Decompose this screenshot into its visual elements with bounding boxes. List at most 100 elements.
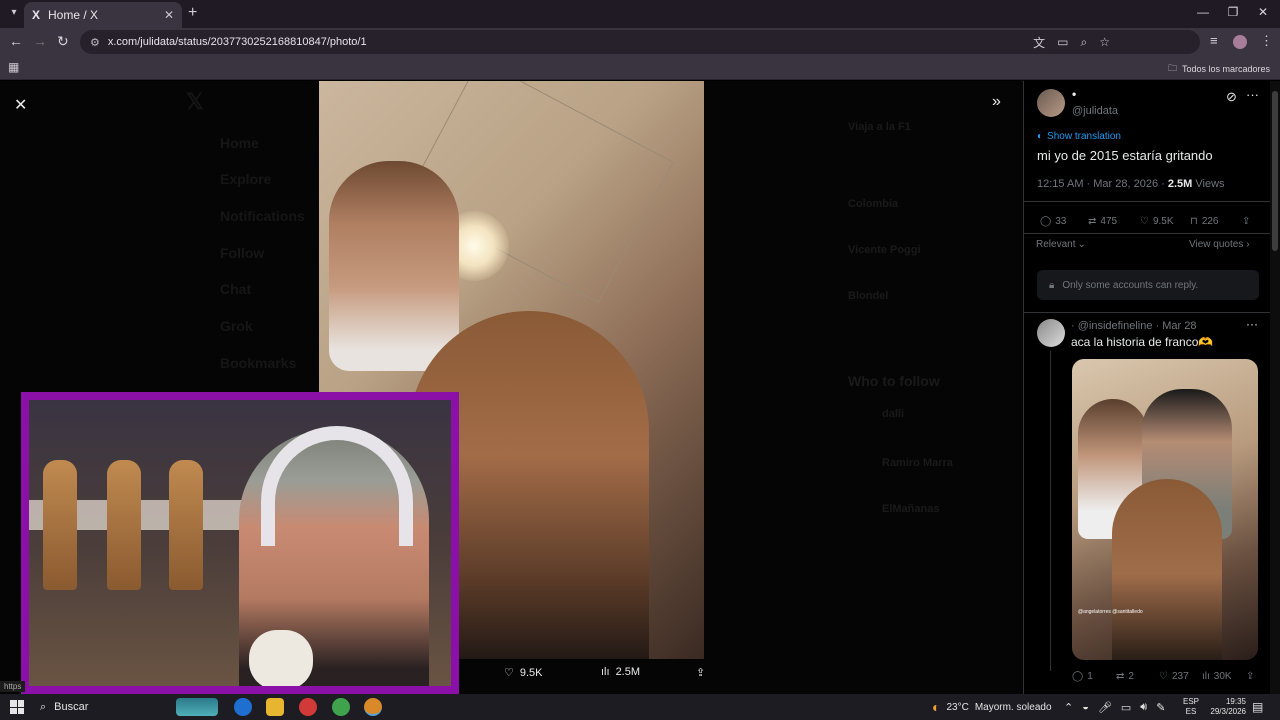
chrome-active-icon[interactable] — [364, 698, 382, 716]
profile-avatar[interactable] — [1233, 35, 1247, 49]
reply-views-button[interactable]: ılı 30K — [1202, 671, 1232, 682]
reply-share-button[interactable]: ⇪ — [1246, 671, 1254, 682]
like-button[interactable]: ♡ 9.5K — [1140, 216, 1174, 227]
repost-button[interactable]: ⇄ 475 — [1088, 216, 1117, 227]
reload-button[interactable]: ↻ — [57, 33, 69, 50]
reply-repost-button[interactable]: ⇄ 2 — [1116, 671, 1134, 682]
share-button[interactable]: ⇪ — [1242, 216, 1250, 227]
panel-scrollbar[interactable] — [1270, 81, 1280, 694]
windows-taskbar: ⌕ Buscar ◐ 23°C Mayorm. soleado ⌃ ◒ 🎤︎ ▭… — [0, 694, 1280, 720]
webcam-overlay — [21, 392, 459, 694]
grok-icon[interactable]: ⊘ — [1226, 89, 1237, 105]
bookmark-star-icon[interactable]: ☆ — [1099, 35, 1110, 49]
reply-more-icon[interactable]: ··· — [1246, 317, 1258, 331]
zoom-icon[interactable]: ⌕ — [1081, 35, 1088, 50]
site-info-icon[interactable]: ⚙ — [90, 36, 100, 49]
translate-globe-icon: ◐ — [1037, 131, 1044, 142]
expand-panel-icon[interactable]: » — [992, 93, 1001, 111]
file-explorer-icon[interactable] — [266, 698, 284, 716]
reply-like-button[interactable]: ♡ 237 — [1159, 671, 1189, 682]
window-close-button[interactable]: ✕ — [1248, 5, 1278, 19]
app-icon[interactable] — [299, 698, 317, 716]
reply-button[interactable]: ◯ 33 — [1040, 216, 1066, 227]
address-bar[interactable]: ⚙ x.com/julidata/status/2037730252168810… — [80, 30, 1200, 54]
tray-app-icon[interactable]: ◒ — [1082, 701, 1089, 713]
widget-icon[interactable] — [176, 698, 218, 716]
repost-count: 475 — [1100, 216, 1118, 227]
reply-author-avatar[interactable] — [1037, 319, 1065, 347]
weather-widget[interactable]: ◐ 23°C Mayorm. soleado — [932, 694, 1052, 720]
reply-image-person-shape — [1112, 479, 1222, 660]
post-views-label: Views — [1192, 178, 1225, 190]
status-bar-url: https — [0, 681, 26, 692]
edge-icon[interactable] — [234, 698, 252, 716]
restore-button[interactable]: ❐ — [1218, 5, 1248, 19]
lang-top: ESP — [1183, 697, 1200, 706]
chrome-icon[interactable] — [332, 698, 350, 716]
heart-icon: ♡ — [1140, 216, 1149, 227]
all-bookmarks-button[interactable]: 🗀 Todos los marcadores — [1168, 61, 1270, 77]
system-tray: ⌃ ◒ 🎤︎ ▭ 🔊︎ ✎ — [1064, 694, 1165, 720]
reply-author-line[interactable]: · @insidefineline · Mar 28 — [1071, 320, 1197, 332]
webcam-chair-shape — [169, 460, 203, 590]
apps-grid-icon[interactable]: ▦ — [8, 60, 19, 74]
tray-chevron-icon[interactable]: ⌃ — [1064, 701, 1073, 714]
tab-search-icon[interactable]: ▾ — [6, 5, 22, 21]
view-quotes-link[interactable]: View quotes › — [1189, 239, 1250, 250]
ghost-who-to-follow: Who to follow — [848, 373, 940, 389]
windows-start-icon[interactable] — [10, 700, 24, 714]
network-icon[interactable]: ▭ — [1121, 701, 1131, 714]
bookmark-button[interactable]: ⊓ 226 — [1190, 216, 1219, 227]
ghost-trend: Blondel — [848, 290, 889, 302]
show-translation-link[interactable]: ◐ Show translation — [1037, 131, 1121, 142]
ghost-trend: Viaja a la F1 — [848, 121, 911, 133]
reply-image-tag: @angelatorres @santitalledo — [1078, 609, 1143, 615]
translate-icon[interactable]: 文 — [1033, 34, 1045, 51]
ghost-nav-item: Chat — [220, 281, 252, 297]
pen-icon[interactable]: ✎ — [1156, 701, 1165, 714]
back-button[interactable]: ← — [9, 33, 23, 49]
webcam-chair-shape — [107, 460, 141, 590]
minimize-button[interactable]: — — [1188, 5, 1218, 19]
scrollbar-thumb[interactable] — [1272, 91, 1278, 251]
sort-replies-dropdown[interactable]: Relevant ⌄ — [1036, 239, 1086, 250]
photo-like-button[interactable]: ♡ 9.5K — [504, 666, 543, 680]
new-tab-button[interactable]: + — [188, 4, 197, 22]
close-viewer-button[interactable]: ✕ — [14, 95, 27, 115]
photo-views-count: 2.5M — [615, 666, 641, 678]
author-display-name[interactable]: • — [1072, 87, 1076, 101]
post-views-count: 2.5M — [1167, 178, 1193, 190]
bookmark-icon: ⊓ — [1190, 216, 1198, 227]
reply-reply-button[interactable]: ◯ 1 — [1072, 671, 1093, 682]
lock-icon: 🔒︎ — [1049, 279, 1055, 291]
volume-icon[interactable]: 🔊︎ — [1140, 701, 1147, 714]
more-options-icon[interactable]: ··· — [1246, 87, 1259, 102]
lang-bottom: ES — [1185, 707, 1197, 716]
photo-views-button[interactable]: ılı 2.5M — [601, 666, 640, 678]
browser-tab[interactable]: X Home / X ✕ — [24, 2, 182, 28]
tab-close-icon[interactable]: ✕ — [164, 8, 174, 22]
photo-share-button[interactable]: ⇪ — [696, 666, 705, 679]
tab-title: Home / X — [48, 8, 99, 22]
microphone-icon[interactable]: 🎤︎ — [1098, 701, 1112, 714]
share-icon: ⇪ — [696, 667, 706, 679]
bookmarks-bar: ▦ 🗀 Todos los marcadores — [0, 56, 1280, 80]
weather-desc: Mayorm. soleado — [974, 701, 1052, 713]
page-viewport: 𝕏 Home Explore Notifications Follow Chat… — [0, 81, 1280, 694]
notification-icon[interactable]: ▤ — [1252, 694, 1263, 720]
sun-icon: ◐ — [932, 699, 941, 715]
forward-button[interactable]: → — [33, 33, 47, 49]
cast-icon[interactable]: ▭ — [1057, 35, 1068, 49]
author-handle[interactable]: @julidata — [1072, 105, 1118, 117]
media-control-icon[interactable]: ≡ — [1210, 33, 1218, 48]
chevron-down-icon: ⌄ — [1077, 239, 1086, 250]
folder-icon: 🗀 — [1167, 63, 1177, 73]
weather-temp: 23°C — [946, 701, 969, 713]
language-indicator[interactable]: ESP ES — [1183, 694, 1199, 720]
reply-image[interactable]: @angelatorres @santitalledo — [1072, 359, 1258, 660]
clock[interactable]: 19:35 29/3/2026 — [1204, 694, 1246, 720]
browser-menu-icon[interactable]: ⋮ — [1260, 33, 1273, 49]
post-timestamp[interactable]: 12:15 AM · Mar 28, 2026 · — [1037, 178, 1168, 190]
author-avatar[interactable] — [1037, 89, 1065, 117]
ghost-nav-item: Notifications — [220, 208, 305, 224]
